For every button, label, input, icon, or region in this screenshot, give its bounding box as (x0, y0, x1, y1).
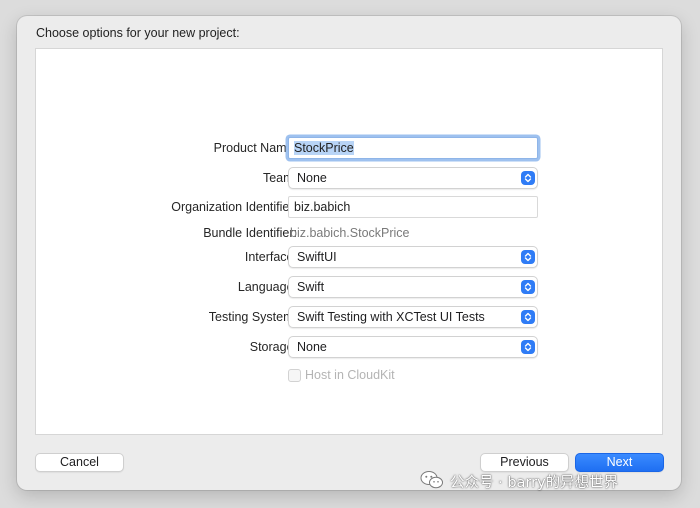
organization-identifier-row: Organization Identifier: biz.babich (36, 196, 662, 220)
language-popup[interactable]: Swift (288, 276, 538, 298)
updown-chevron-icon (521, 280, 535, 294)
testing-system-row: Testing System: Swift Testing with XCTes… (36, 306, 662, 330)
storage-popup[interactable]: None (288, 336, 538, 358)
testing-system-popup[interactable]: Swift Testing with XCTest UI Tests (288, 306, 538, 328)
host-in-cloudkit-label: Host in CloudKit (305, 368, 395, 382)
cancel-button[interactable]: Cancel (35, 453, 124, 472)
options-panel: Product Name: StockPrice Team: None Orga… (35, 48, 663, 435)
bundle-identifier-row: Bundle Identifier: biz.babich.StockPrice (36, 222, 662, 246)
storage-row: Storage: None (36, 336, 662, 360)
host-in-cloudkit-row: Host in CloudKit (36, 367, 662, 391)
interface-popup[interactable]: SwiftUI (288, 246, 538, 268)
previous-button[interactable]: Previous (480, 453, 569, 472)
testing-system-label: Testing System: (208, 310, 297, 324)
organization-identifier-label: Organization Identifier: (171, 200, 297, 214)
new-project-sheet: Choose options for your new project: Pro… (17, 16, 681, 490)
bundle-identifier-label: Bundle Identifier: (203, 226, 297, 240)
updown-chevron-icon (521, 310, 535, 324)
language-row: Language: Swift (36, 276, 662, 300)
updown-chevron-icon (521, 171, 535, 185)
host-in-cloudkit-checkbox[interactable] (288, 369, 301, 382)
product-name-label: Product Name: (213, 141, 297, 155)
team-popup[interactable]: None (288, 167, 538, 189)
next-button[interactable]: Next (575, 453, 664, 472)
organization-identifier-field[interactable]: biz.babich (288, 196, 538, 218)
dialog-title: Choose options for your new project: (36, 26, 240, 40)
wechat-logo-icon (420, 471, 443, 489)
product-name-value: StockPrice (294, 141, 354, 155)
team-value: None (297, 171, 327, 185)
product-name-field[interactable]: StockPrice (288, 137, 538, 159)
watermark-text: 公众号 · barry的异想世界 (450, 475, 619, 491)
updown-chevron-icon (521, 340, 535, 354)
language-value: Swift (297, 280, 325, 294)
interface-value: SwiftUI (297, 250, 337, 264)
updown-chevron-icon (521, 250, 535, 264)
bundle-identifier-value: biz.babich.StockPrice (290, 226, 410, 240)
storage-value: None (297, 340, 327, 354)
product-name-row: Product Name: StockPrice (36, 137, 662, 161)
team-row: Team: None (36, 167, 662, 191)
interface-row: Interface: SwiftUI (36, 246, 662, 270)
testing-system-value: Swift Testing with XCTest UI Tests (297, 310, 485, 324)
